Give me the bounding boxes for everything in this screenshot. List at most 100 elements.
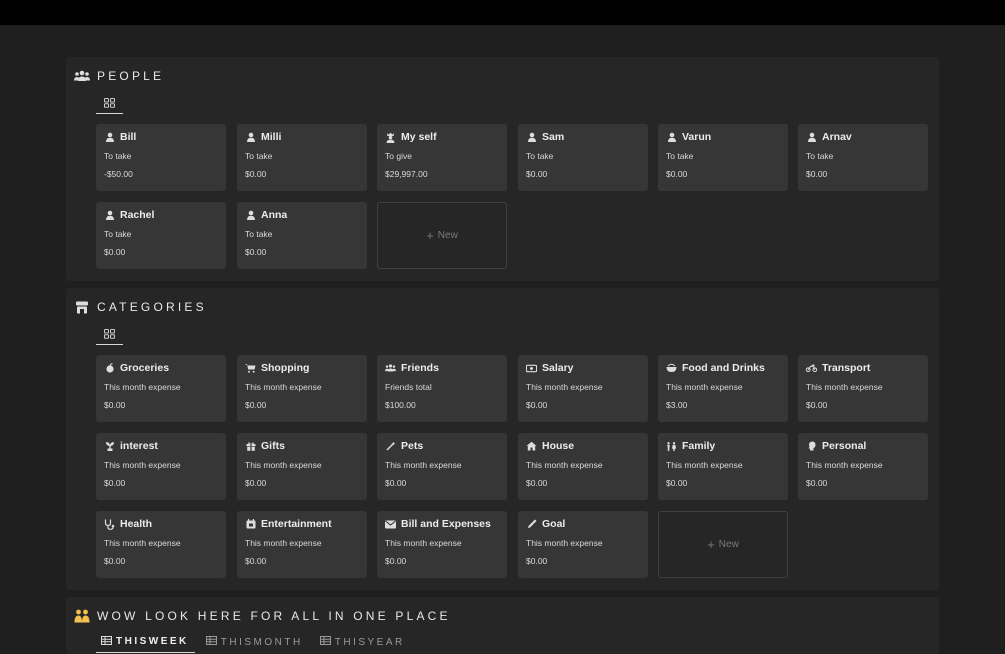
category-amount: $100.00 (385, 400, 416, 410)
person-balance-label: To take (245, 229, 273, 239)
category-amount: $0.00 (385, 478, 407, 488)
overview-title: WOW LOOK HERE FOR ALL IN ONE PLACE (97, 609, 451, 623)
category-amount: $0.00 (385, 556, 407, 566)
table-icon (101, 635, 112, 648)
new-category-button[interactable]: + New (658, 511, 788, 578)
category-name: Groceries (120, 362, 170, 374)
family-icon (666, 441, 677, 452)
plus-icon: + (426, 228, 434, 243)
person-balance-amount: -$50.00 (104, 169, 133, 179)
tab-label: THISWEEK (116, 636, 189, 647)
categories-section: CATEGORIES Groceries This month expense … (66, 288, 939, 590)
category-card-personal[interactable]: Personal This month expense $0.00 (798, 433, 928, 500)
category-label: This month expense (666, 460, 743, 470)
tab-thismonth[interactable]: THISMONTH (201, 631, 309, 653)
person-icon (245, 132, 256, 143)
category-name: Shopping (261, 362, 310, 374)
category-amount: $0.00 (245, 478, 267, 488)
new-person-button[interactable]: + New (377, 202, 507, 269)
category-amount: $0.00 (526, 400, 548, 410)
apple-icon (104, 363, 115, 374)
person-card-bill[interactable]: Bill To take -$50.00 (96, 124, 226, 191)
category-name: House (542, 440, 575, 452)
category-card-interest[interactable]: interest This month expense $0.00 (96, 433, 226, 500)
people-section: PEOPLE Bill To take -$50.00 Milli To tak… (66, 57, 939, 281)
category-card-friends[interactable]: Friends Friends total $100.00 (377, 355, 507, 422)
category-label: This month expense (526, 538, 603, 548)
person-head-icon (806, 441, 817, 452)
category-card-salary[interactable]: Salary This month expense $0.00 (518, 355, 648, 422)
category-card-shopping[interactable]: Shopping This month expense $0.00 (237, 355, 367, 422)
overview-view-tabs: THISWEEK THISMONTH THISYEAR (96, 631, 411, 653)
category-amount: $0.00 (104, 400, 126, 410)
person-balance-amount: $0.00 (806, 169, 828, 179)
category-name: Goal (542, 518, 566, 530)
category-card-transport[interactable]: Transport This month expense $0.00 (798, 355, 928, 422)
category-name: Gifts (261, 440, 285, 452)
category-label: This month expense (104, 382, 181, 392)
person-card-sam[interactable]: Sam To take $0.00 (518, 124, 648, 191)
tab-label: THISMONTH (220, 636, 303, 648)
category-amount: $0.00 (526, 556, 548, 566)
person-balance-label: To take (666, 151, 694, 161)
gift-icon (245, 441, 256, 452)
person-icon (526, 132, 537, 143)
category-card-gifts[interactable]: Gifts This month expense $0.00 (237, 433, 367, 500)
category-card-bill-and-expenses[interactable]: Bill and Expenses This month expense $0.… (377, 511, 507, 578)
category-card-pets[interactable]: Pets This month expense $0.00 (377, 433, 507, 500)
person-icon (104, 132, 115, 143)
category-card-groceries[interactable]: Groceries This month expense $0.00 (96, 355, 226, 422)
person-balance-label: To take (806, 151, 834, 161)
category-card-food-and-drinks[interactable]: Food and Drinks This month expense $3.00 (658, 355, 788, 422)
category-name: Entertainment (261, 518, 332, 530)
category-label: This month expense (526, 382, 603, 392)
category-name: Salary (542, 362, 574, 374)
person-balance-label: To take (104, 151, 132, 161)
category-name: Friends (401, 362, 439, 374)
gallery-view-tab[interactable] (96, 93, 123, 114)
person-icon (666, 132, 677, 143)
person-name: Arnav (822, 131, 852, 143)
people-group-icon (74, 69, 90, 83)
people-header: PEOPLE (74, 69, 164, 83)
category-card-goal[interactable]: Goal This month expense $0.00 (518, 511, 648, 578)
category-card-health[interactable]: Health This month expense $0.00 (96, 511, 226, 578)
pen-icon (526, 519, 537, 530)
person-card-varun[interactable]: Varun To take $0.00 (658, 124, 788, 191)
tab-thisweek[interactable]: THISWEEK (96, 631, 195, 653)
plant-icon (104, 441, 115, 452)
person-name: Rachel (120, 209, 155, 221)
cart-icon (245, 363, 256, 374)
motorcycle-icon (806, 363, 817, 374)
house-icon (526, 441, 537, 452)
store-icon (74, 300, 90, 314)
wand-icon (385, 441, 396, 452)
category-label: This month expense (385, 538, 462, 548)
gallery-view-tab[interactable] (96, 324, 123, 345)
category-name: Food and Drinks (682, 362, 765, 374)
category-card-entertainment[interactable]: Entertainment This month expense $0.00 (237, 511, 367, 578)
two-people-icon (74, 609, 90, 623)
category-card-house[interactable]: House This month expense $0.00 (518, 433, 648, 500)
person-card-milli[interactable]: Milli To take $0.00 (237, 124, 367, 191)
overview-section: WOW LOOK HERE FOR ALL IN ONE PLACE THISW… (66, 597, 939, 654)
person-icon (806, 132, 817, 143)
person-card-arnav[interactable]: Arnav To take $0.00 (798, 124, 928, 191)
category-label: This month expense (245, 538, 322, 548)
envelope-icon (385, 519, 396, 530)
person-card-rachel[interactable]: Rachel To take $0.00 (96, 202, 226, 269)
category-amount: $3.00 (666, 400, 688, 410)
category-card-family[interactable]: Family This month expense $0.00 (658, 433, 788, 500)
category-amount: $0.00 (104, 478, 126, 488)
categories-title: CATEGORIES (97, 300, 207, 314)
person-balance-amount: $29,997.00 (385, 169, 428, 179)
person-card-myself[interactable]: My self To give $29,997.00 (377, 124, 507, 191)
person-name: My self (401, 131, 437, 143)
tab-thisyear[interactable]: THISYEAR (315, 631, 411, 653)
person-icon (104, 210, 115, 221)
category-amount: $0.00 (526, 478, 548, 488)
person-balance-amount: $0.00 (526, 169, 548, 179)
table-icon (319, 636, 331, 648)
person-card-anna[interactable]: Anna To take $0.00 (237, 202, 367, 269)
category-label: This month expense (806, 460, 883, 470)
